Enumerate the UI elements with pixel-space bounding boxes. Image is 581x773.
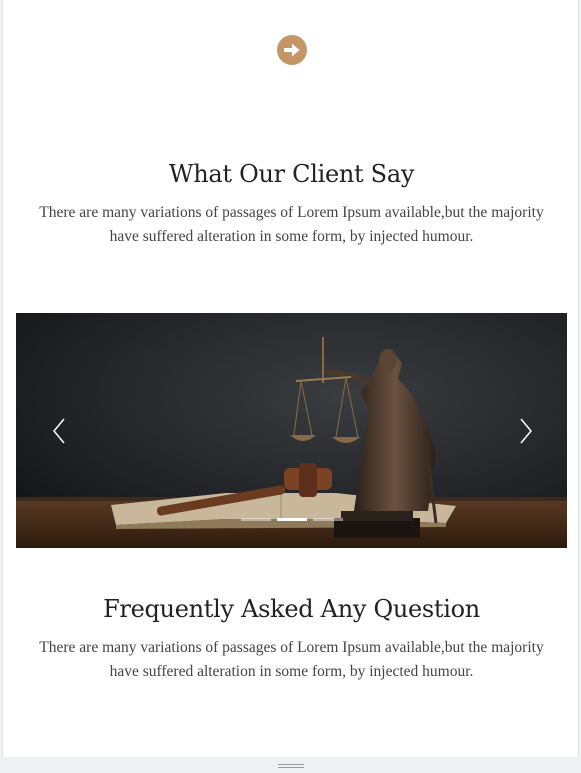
arrow-right-button[interactable] xyxy=(277,35,307,65)
chevron-left-icon xyxy=(53,418,65,444)
chevron-right-icon xyxy=(520,418,532,444)
carousel-indicators xyxy=(241,518,343,521)
bottom-bar xyxy=(0,757,581,773)
testimonials-title: What Our Client Say xyxy=(168,160,415,188)
testimonials-text: There are many variations of passages of… xyxy=(39,204,544,245)
carousel-next-button[interactable] xyxy=(511,413,541,449)
faq-title: Frequently Asked Any Question xyxy=(103,595,480,623)
lady-justice-image xyxy=(16,313,567,548)
carousel-indicator-3[interactable] xyxy=(313,518,343,521)
carousel-prev-button[interactable] xyxy=(44,413,74,449)
page-content: What Our Client Say There are many varia… xyxy=(2,0,579,757)
carousel-indicator-1[interactable] xyxy=(241,518,271,521)
resize-handle-icon[interactable] xyxy=(278,764,304,769)
carousel-indicator-2[interactable] xyxy=(277,518,307,521)
faq-text: There are many variations of passages of… xyxy=(39,639,544,680)
image-carousel[interactable] xyxy=(16,313,567,548)
arrow-right-icon xyxy=(284,43,300,57)
